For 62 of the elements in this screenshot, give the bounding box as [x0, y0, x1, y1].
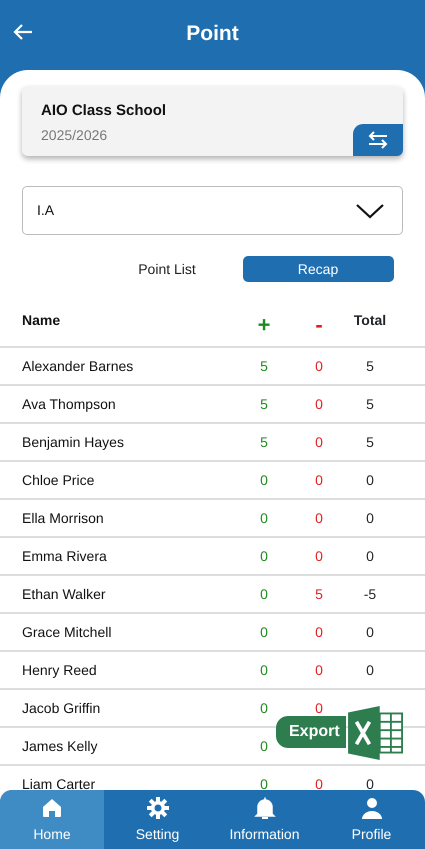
spreadsheet-icon[interactable]: [346, 706, 406, 760]
table-cell-text: 0: [314, 546, 324, 566]
export-button[interactable]: Export: [276, 716, 346, 748]
table-cell-text: 5: [314, 584, 324, 604]
table-cell-text: -5: [362, 584, 378, 604]
school-year: 2025/2026: [41, 126, 108, 144]
chevron-down-icon: [356, 202, 384, 218]
table-cell-text: 5: [259, 356, 269, 376]
minus-header: -: [314, 311, 324, 338]
student-name: Emma Rivera: [21, 546, 108, 566]
page-title: Point: [186, 21, 239, 47]
table-cell-text: 0: [259, 508, 269, 528]
table-cell-text: 0: [314, 432, 324, 452]
table-cell-text: 0: [314, 356, 324, 376]
table-cell-text: 0: [314, 470, 324, 490]
plus-header: +: [256, 311, 272, 338]
table-cell-text: 0: [314, 698, 324, 718]
tab[interactable]: Point List: [92, 256, 242, 282]
table-cell-text: 0: [314, 508, 324, 528]
student-name: Grace Mitchell: [21, 622, 112, 642]
student-name: Ava Thompson: [21, 394, 117, 414]
switch-button[interactable]: [353, 124, 403, 156]
table-cell-text: 0: [314, 622, 324, 642]
table-cell-text: 5: [259, 394, 269, 414]
student-name: Jacob Griffin: [21, 698, 102, 718]
student-name: Ella Morrison: [21, 508, 105, 528]
student-name: Henry Reed: [21, 660, 98, 680]
table-cell-text: 0: [259, 698, 269, 718]
student-name: Chloe Price: [21, 470, 96, 490]
table-cell-text: 5: [365, 356, 375, 376]
school-name: AIO Class School: [41, 101, 166, 121]
bell-icon: [252, 796, 276, 820]
tab[interactable]: Recap: [242, 256, 394, 282]
table-cell-text: 5: [365, 432, 375, 452]
home-icon: [40, 796, 64, 820]
table-cell-text: 0: [365, 622, 375, 642]
student-name: James Kelly: [21, 736, 98, 756]
table-cell-text: 5: [259, 432, 269, 452]
student-name: Benjamin Hayes: [21, 432, 125, 452]
nav-tab[interactable]: Home: [0, 790, 104, 849]
settings-icon: [146, 796, 170, 820]
table-cell-text: 0: [365, 470, 375, 490]
table-cell-text: 0: [259, 660, 269, 680]
table-cell-text: 0: [365, 546, 375, 566]
class-dropdown[interactable]: I.A: [22, 186, 403, 235]
table-cell-text: 0: [365, 508, 375, 528]
student-name: Ethan Walker: [21, 584, 107, 604]
nav-tab[interactable]: Setting: [104, 790, 211, 849]
person-icon: [360, 796, 384, 820]
column-header: Name: [21, 311, 62, 330]
table-cell-text: 0: [259, 546, 269, 566]
table-cell-text: 0: [259, 622, 269, 642]
table-cell-text: 0: [259, 470, 269, 490]
table-cell-text: 5: [365, 394, 375, 414]
table-cell-text: 0: [314, 660, 324, 680]
table-cell-text: 0: [314, 394, 324, 414]
table-cell-text: 0: [259, 584, 269, 604]
student-name: Alexander Barnes: [21, 356, 134, 376]
column-header: Total: [352, 311, 388, 330]
swap-arrows-icon: [366, 131, 390, 149]
table-cell-text: 0: [259, 736, 269, 756]
table-cell-text: 0: [365, 660, 375, 680]
